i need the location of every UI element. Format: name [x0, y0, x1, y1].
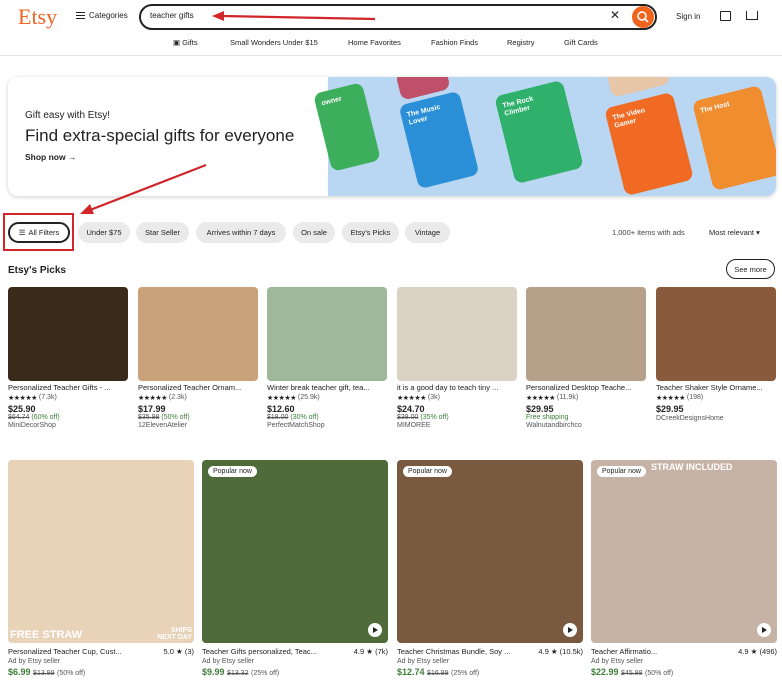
- annotation-arrows: [80, 11, 376, 214]
